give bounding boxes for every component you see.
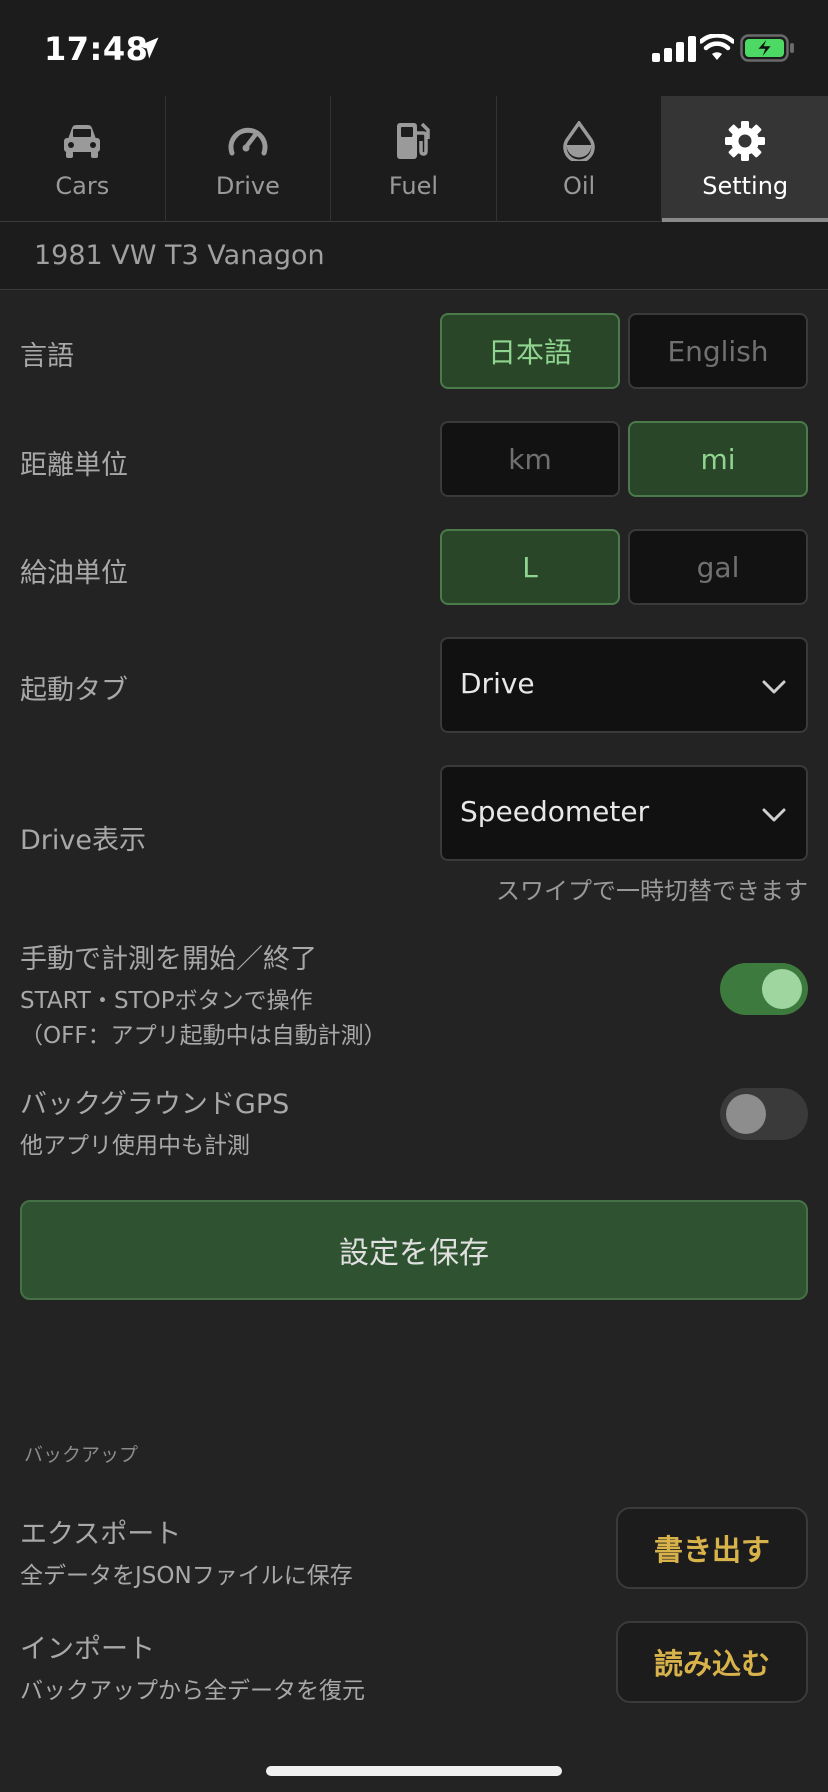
- wifi-icon: [700, 34, 734, 60]
- manual-measure-sub2: （OFF：アプリ起動中は自動計測）: [20, 1023, 387, 1049]
- speedometer-icon: [228, 127, 268, 156]
- import-sub: バックアップから全データを復元: [20, 1678, 365, 1704]
- oil-drop-icon: [563, 121, 595, 161]
- status-time: 17:48: [44, 30, 149, 68]
- distance-unit-km[interactable]: km: [440, 421, 620, 497]
- import-title: インポート: [20, 1634, 155, 1665]
- background-gps-sub: 他アプリ使用中も計測: [20, 1133, 250, 1159]
- gear-icon: [725, 121, 766, 161]
- start-tab-select[interactable]: Drive: [440, 637, 808, 733]
- tab-setting[interactable]: Setting: [662, 96, 828, 222]
- main-tab-bar: Cars Drive Fuel Oil Setting: [0, 96, 828, 222]
- tab-label: Fuel: [388, 172, 439, 200]
- tab-cars[interactable]: Cars: [0, 96, 166, 222]
- tab-label: Oil: [562, 172, 596, 200]
- current-car-name: 1981 VW T3 Vanagon: [34, 240, 325, 271]
- language-option-english[interactable]: English: [628, 313, 808, 389]
- import-button[interactable]: 読み込む: [616, 1621, 808, 1703]
- tab-fuel[interactable]: Fuel: [331, 96, 497, 222]
- background-gps-label: バックグラウンドGPS: [20, 1089, 290, 1120]
- toggle-knob: [726, 1094, 766, 1134]
- export-title: エクスポート: [20, 1519, 182, 1550]
- toggle-knob: [762, 969, 802, 1009]
- cellular-signal-icon: [652, 36, 696, 62]
- location-arrow-icon: [137, 37, 159, 59]
- manual-measure-toggle[interactable]: [720, 963, 808, 1015]
- language-label: 言語: [20, 341, 74, 372]
- start-tab-label: 起動タブ: [20, 675, 128, 706]
- drive-display-select[interactable]: Speedometer: [440, 765, 808, 861]
- tab-oil[interactable]: Oil: [497, 96, 663, 222]
- fuel-unit-label: 給油単位: [20, 558, 128, 589]
- status-bar: 17:48: [0, 0, 828, 96]
- background-gps-toggle[interactable]: [720, 1088, 808, 1140]
- fuel-unit-gallons[interactable]: gal: [628, 529, 808, 605]
- language-option-japanese[interactable]: 日本語: [440, 313, 620, 389]
- chevron-down-icon: [762, 680, 786, 694]
- export-button[interactable]: 書き出す: [616, 1507, 808, 1589]
- chevron-down-icon: [762, 808, 786, 822]
- drive-display-hint: スワイプで一時切替できます: [496, 877, 808, 905]
- manual-measure-label: 手動で計測を開始／終了: [20, 944, 317, 975]
- backup-section-label: バックアップ: [24, 1444, 139, 1466]
- drive-display-value: Speedometer: [460, 795, 650, 828]
- drive-display-label: Drive表示: [20, 825, 146, 856]
- export-sub: 全データをJSONファイルに保存: [20, 1563, 353, 1589]
- home-indicator[interactable]: [266, 1766, 562, 1776]
- fuel-unit-liters[interactable]: L: [440, 529, 620, 605]
- distance-unit-label: 距離単位: [20, 450, 128, 481]
- tab-label: Drive: [215, 172, 280, 200]
- battery-charging-icon: [740, 34, 794, 62]
- distance-unit-mi[interactable]: mi: [628, 421, 808, 497]
- fuel-pump-icon: [397, 122, 431, 159]
- save-settings-button[interactable]: 設定を保存: [20, 1200, 808, 1300]
- current-car-bar: 1981 VW T3 Vanagon: [0, 222, 828, 290]
- start-tab-value: Drive: [460, 667, 535, 700]
- tab-drive[interactable]: Drive: [166, 96, 332, 222]
- tab-label: Cars: [55, 172, 110, 200]
- tab-label: Setting: [702, 172, 789, 200]
- car-icon: [64, 125, 101, 158]
- manual-measure-sub1: START・STOPボタンで操作: [20, 988, 313, 1014]
